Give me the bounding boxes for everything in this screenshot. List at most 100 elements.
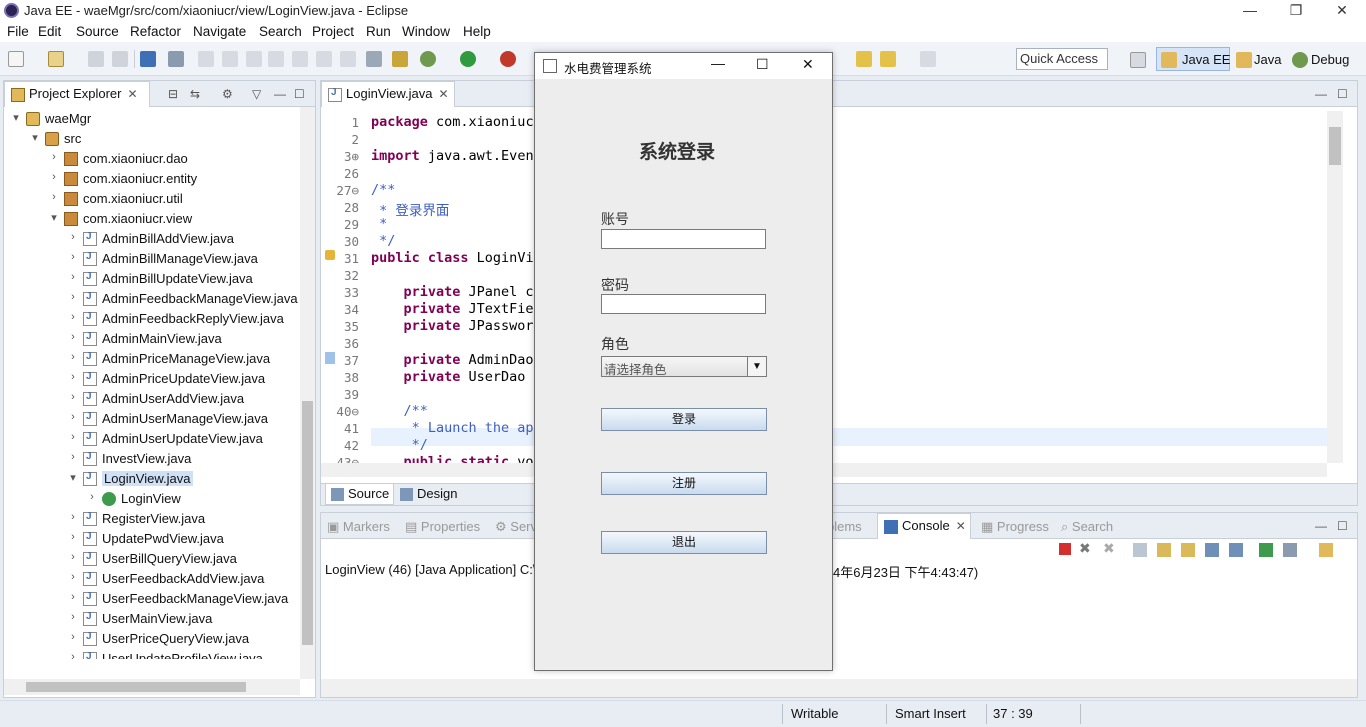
remove-launch-icon[interactable]: ✖ [1079,540,1091,557]
tab-properties[interactable]: ▤ Properties [405,519,480,535]
console-horizontal-scrollbar[interactable] [321,679,1357,697]
chevron-right-icon[interactable]: › [48,191,60,203]
open-perspective-icon[interactable] [1130,52,1146,68]
new-icon[interactable] [8,51,24,67]
explorer-vertical-scrollbar[interactable] [300,107,315,679]
menu-project[interactable]: Project [312,24,354,39]
quick-access-input[interactable]: Quick Access [1016,48,1108,70]
tab-markers[interactable]: ▣ Markers [327,519,390,535]
tree-item[interactable]: › AdminFeedbackReplyView.java [4,309,300,329]
tree-item[interactable]: › AdminUserManageView.java [4,409,300,429]
menu-window[interactable]: Window [402,24,450,39]
chevron-right-icon[interactable]: › [67,251,79,263]
tab-design[interactable]: Design [395,484,461,505]
chevron-right-icon[interactable]: › [67,631,79,643]
open-console-icon[interactable] [1319,543,1333,557]
tab-project-explorer[interactable]: Project Explorer ✕ [4,81,150,107]
tab-source[interactable]: Source [325,484,395,505]
chevron-right-icon[interactable]: › [67,551,79,563]
menu-search[interactable]: Search [259,24,302,39]
chevron-right-icon[interactable]: › [67,391,79,403]
exit-button[interactable]: 退出 [601,531,767,554]
step-into-icon[interactable] [292,51,308,67]
maximize-editor-icon[interactable]: ☐ [1337,87,1348,101]
tree-item[interactable]: › UserMainView.java [4,609,300,629]
tree-item[interactable]: ▾ LoginView.java [4,469,300,489]
close-icon[interactable]: ✕ [439,87,449,101]
maximize-console-icon[interactable]: ☐ [1337,519,1348,533]
maximize-button[interactable]: ❐ [1286,2,1306,19]
chevron-right-icon[interactable]: › [48,171,60,183]
chevron-right-icon[interactable]: › [67,571,79,583]
chevron-right-icon[interactable]: › [67,411,79,423]
open-task-icon[interactable] [366,51,382,67]
explorer-scroll-thumb[interactable] [302,401,313,645]
console-icon[interactable] [140,51,156,67]
tree-item[interactable]: › RegisterView.java [4,509,300,529]
save-icon[interactable] [88,51,104,67]
chevron-right-icon[interactable]: › [67,451,79,463]
resume-icon[interactable] [198,51,214,67]
run-icon[interactable] [460,51,476,67]
perspective-java-ee[interactable]: Java EE [1182,52,1230,67]
tree-item[interactable]: › LoginView [4,489,300,509]
chevron-right-icon[interactable]: › [67,311,79,323]
terminate-icon[interactable] [246,51,262,67]
minimize-editor-icon[interactable]: — [1315,87,1327,101]
tab-loginview-java[interactable]: LoginView.java ✕ [321,81,455,107]
scroll-lock-icon[interactable] [1157,543,1171,557]
close-icon[interactable]: ✕ [956,519,966,533]
chevron-down-icon[interactable]: ▾ [48,211,60,224]
chevron-right-icon[interactable]: › [67,611,79,623]
password-input[interactable] [601,294,766,314]
external-tools-icon[interactable] [500,51,516,67]
minimize-console-icon[interactable]: — [1315,519,1327,533]
menu-refactor[interactable]: Refactor [130,24,181,39]
tree-item[interactable]: › UserPriceQueryView.java [4,629,300,649]
role-select[interactable]: 请选择角色 ▼ [601,356,767,377]
chevron-down-icon[interactable]: ▼ [747,357,766,376]
tree-item[interactable]: › AdminUserAddView.java [4,389,300,409]
word-wrap-icon[interactable] [1181,543,1195,557]
dialog-minimize-button[interactable]: — [711,55,725,71]
chevron-right-icon[interactable]: › [48,151,60,163]
close-icon[interactable]: ✕ [127,87,137,101]
tree-item[interactable]: › AdminPriceUpdateView.java [4,369,300,389]
clear-console-icon[interactable] [1133,543,1147,557]
tree-item[interactable]: › com.xiaoniucr.dao [4,149,300,169]
perspective-debug[interactable]: Debug [1311,52,1349,67]
chevron-right-icon[interactable]: › [67,591,79,603]
tab-search[interactable]: ⌕ Search [1061,519,1113,535]
account-input[interactable] [601,229,766,249]
suspend-icon[interactable] [222,51,238,67]
chevron-down-icon[interactable]: ▾ [29,131,41,144]
editor-vertical-scrollbar[interactable] [1327,111,1343,463]
dialog-maximize-button[interactable]: ☐ [756,56,769,73]
chevron-right-icon[interactable]: › [67,271,79,283]
tree-item[interactable]: › com.xiaoniucr.entity [4,169,300,189]
tree-item[interactable]: › UserBillQueryView.java [4,549,300,569]
chevron-right-icon[interactable]: › [67,431,79,443]
close-button[interactable]: ✕ [1332,2,1352,19]
menu-file[interactable]: File [7,24,29,39]
explorer-horizontal-scrollbar[interactable] [4,679,300,695]
show-on-output-icon[interactable] [1205,543,1219,557]
tree-item[interactable]: › UserFeedbackManageView.java [4,589,300,609]
login-button[interactable]: 登录 [601,408,767,431]
menu-run[interactable]: Run [366,24,391,39]
tree-item[interactable]: › UserFeedbackAddView.java [4,569,300,589]
chevron-down-icon[interactable]: ▾ [67,471,79,484]
tree-item[interactable]: ▾ waeMgr [4,109,300,129]
tree-item[interactable]: ▾ com.xiaoniucr.view [4,209,300,229]
link-editor-icon[interactable]: ⇆ [190,87,200,101]
menu-navigate[interactable]: Navigate [193,24,246,39]
editor-scroll-thumb[interactable] [1329,127,1341,165]
last-edit-icon[interactable] [856,51,872,67]
register-button[interactable]: 注册 [601,472,767,495]
debug-icon[interactable] [420,51,436,67]
tree-item[interactable]: › UpdatePwdView.java [4,529,300,549]
menu-edit[interactable]: Edit [38,24,61,39]
chevron-right-icon[interactable]: › [67,371,79,383]
tree-item[interactable]: › com.xiaoniucr.util [4,189,300,209]
tree-item[interactable]: › AdminFeedbackManageView.java [4,289,300,309]
